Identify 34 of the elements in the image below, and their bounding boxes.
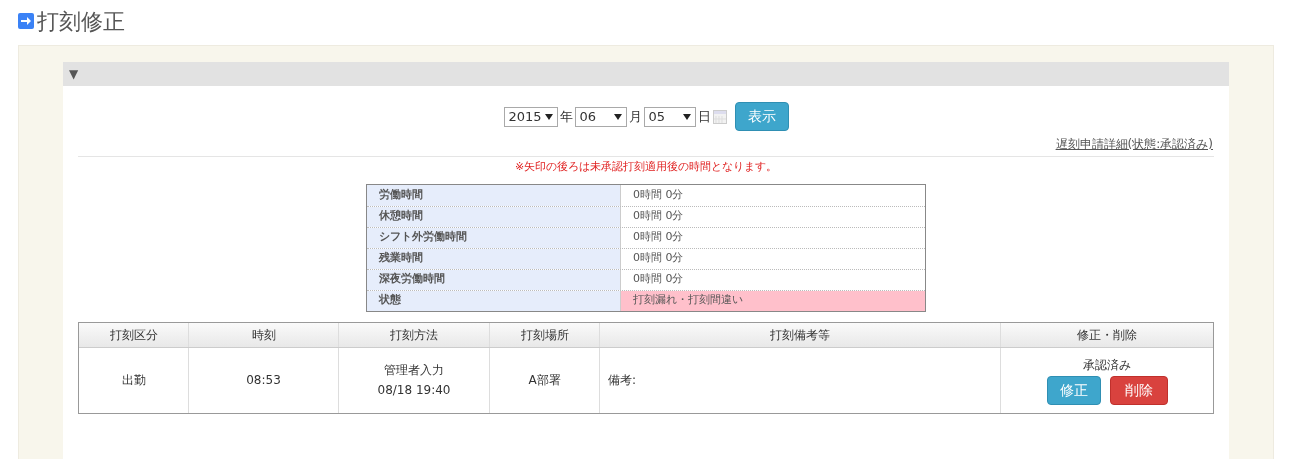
calendar-icon[interactable] [712,109,727,124]
delete-button[interactable]: 削除 [1109,375,1168,405]
dropdown-arrow-icon [613,113,622,120]
year-label: 年 [559,107,573,126]
notice-text: ※矢印の後ろは未承認打刻適用後の時間となります。 [514,159,778,175]
collapse-toggle[interactable]: ▼ [69,65,79,83]
summary-label: 労働時間 [367,184,621,206]
summary-label: 深夜労働時間 [367,269,621,290]
summary-value: 打刻漏れ・打刻間違い [621,290,925,311]
detail-link[interactable]: 遅刻申請詳細(状態:承認済み) [1055,135,1213,153]
column-header: 打刻区分 [79,322,189,347]
day-label: 日 [697,107,711,126]
column-header: 時刻 [189,322,339,347]
table-cell: 08:53 [189,347,339,413]
month-label: 月 [628,107,642,126]
column-header: 修正・削除 [1076,326,1138,344]
summary-label: シフト外労働時間 [367,227,621,248]
summary-label: 残業時間 [367,248,621,269]
page-title: 打刻修正 [37,7,125,36]
summary-label: 状態 [367,290,621,311]
column-header: 打刻備考等 [600,322,1001,347]
dropdown-arrow-icon [544,113,553,120]
table-cell: 備考: [600,347,1001,413]
dropdown-arrow-icon [682,113,691,120]
approval-status: 承認済み [1083,356,1131,374]
month-select[interactable]: 06 [574,106,627,127]
table-cell: 管理者入力 08/18 19:40 [339,347,490,413]
column-header: 打刻方法 [339,322,490,347]
summary-label: 休憩時間 [367,206,621,227]
column-header: 打刻場所 [490,322,600,347]
year-select[interactable]: 2015 [503,106,558,127]
table-cell: A部署 [490,347,600,413]
table-cell: 出勤 [79,347,189,413]
day-select[interactable]: 05 [643,106,696,127]
